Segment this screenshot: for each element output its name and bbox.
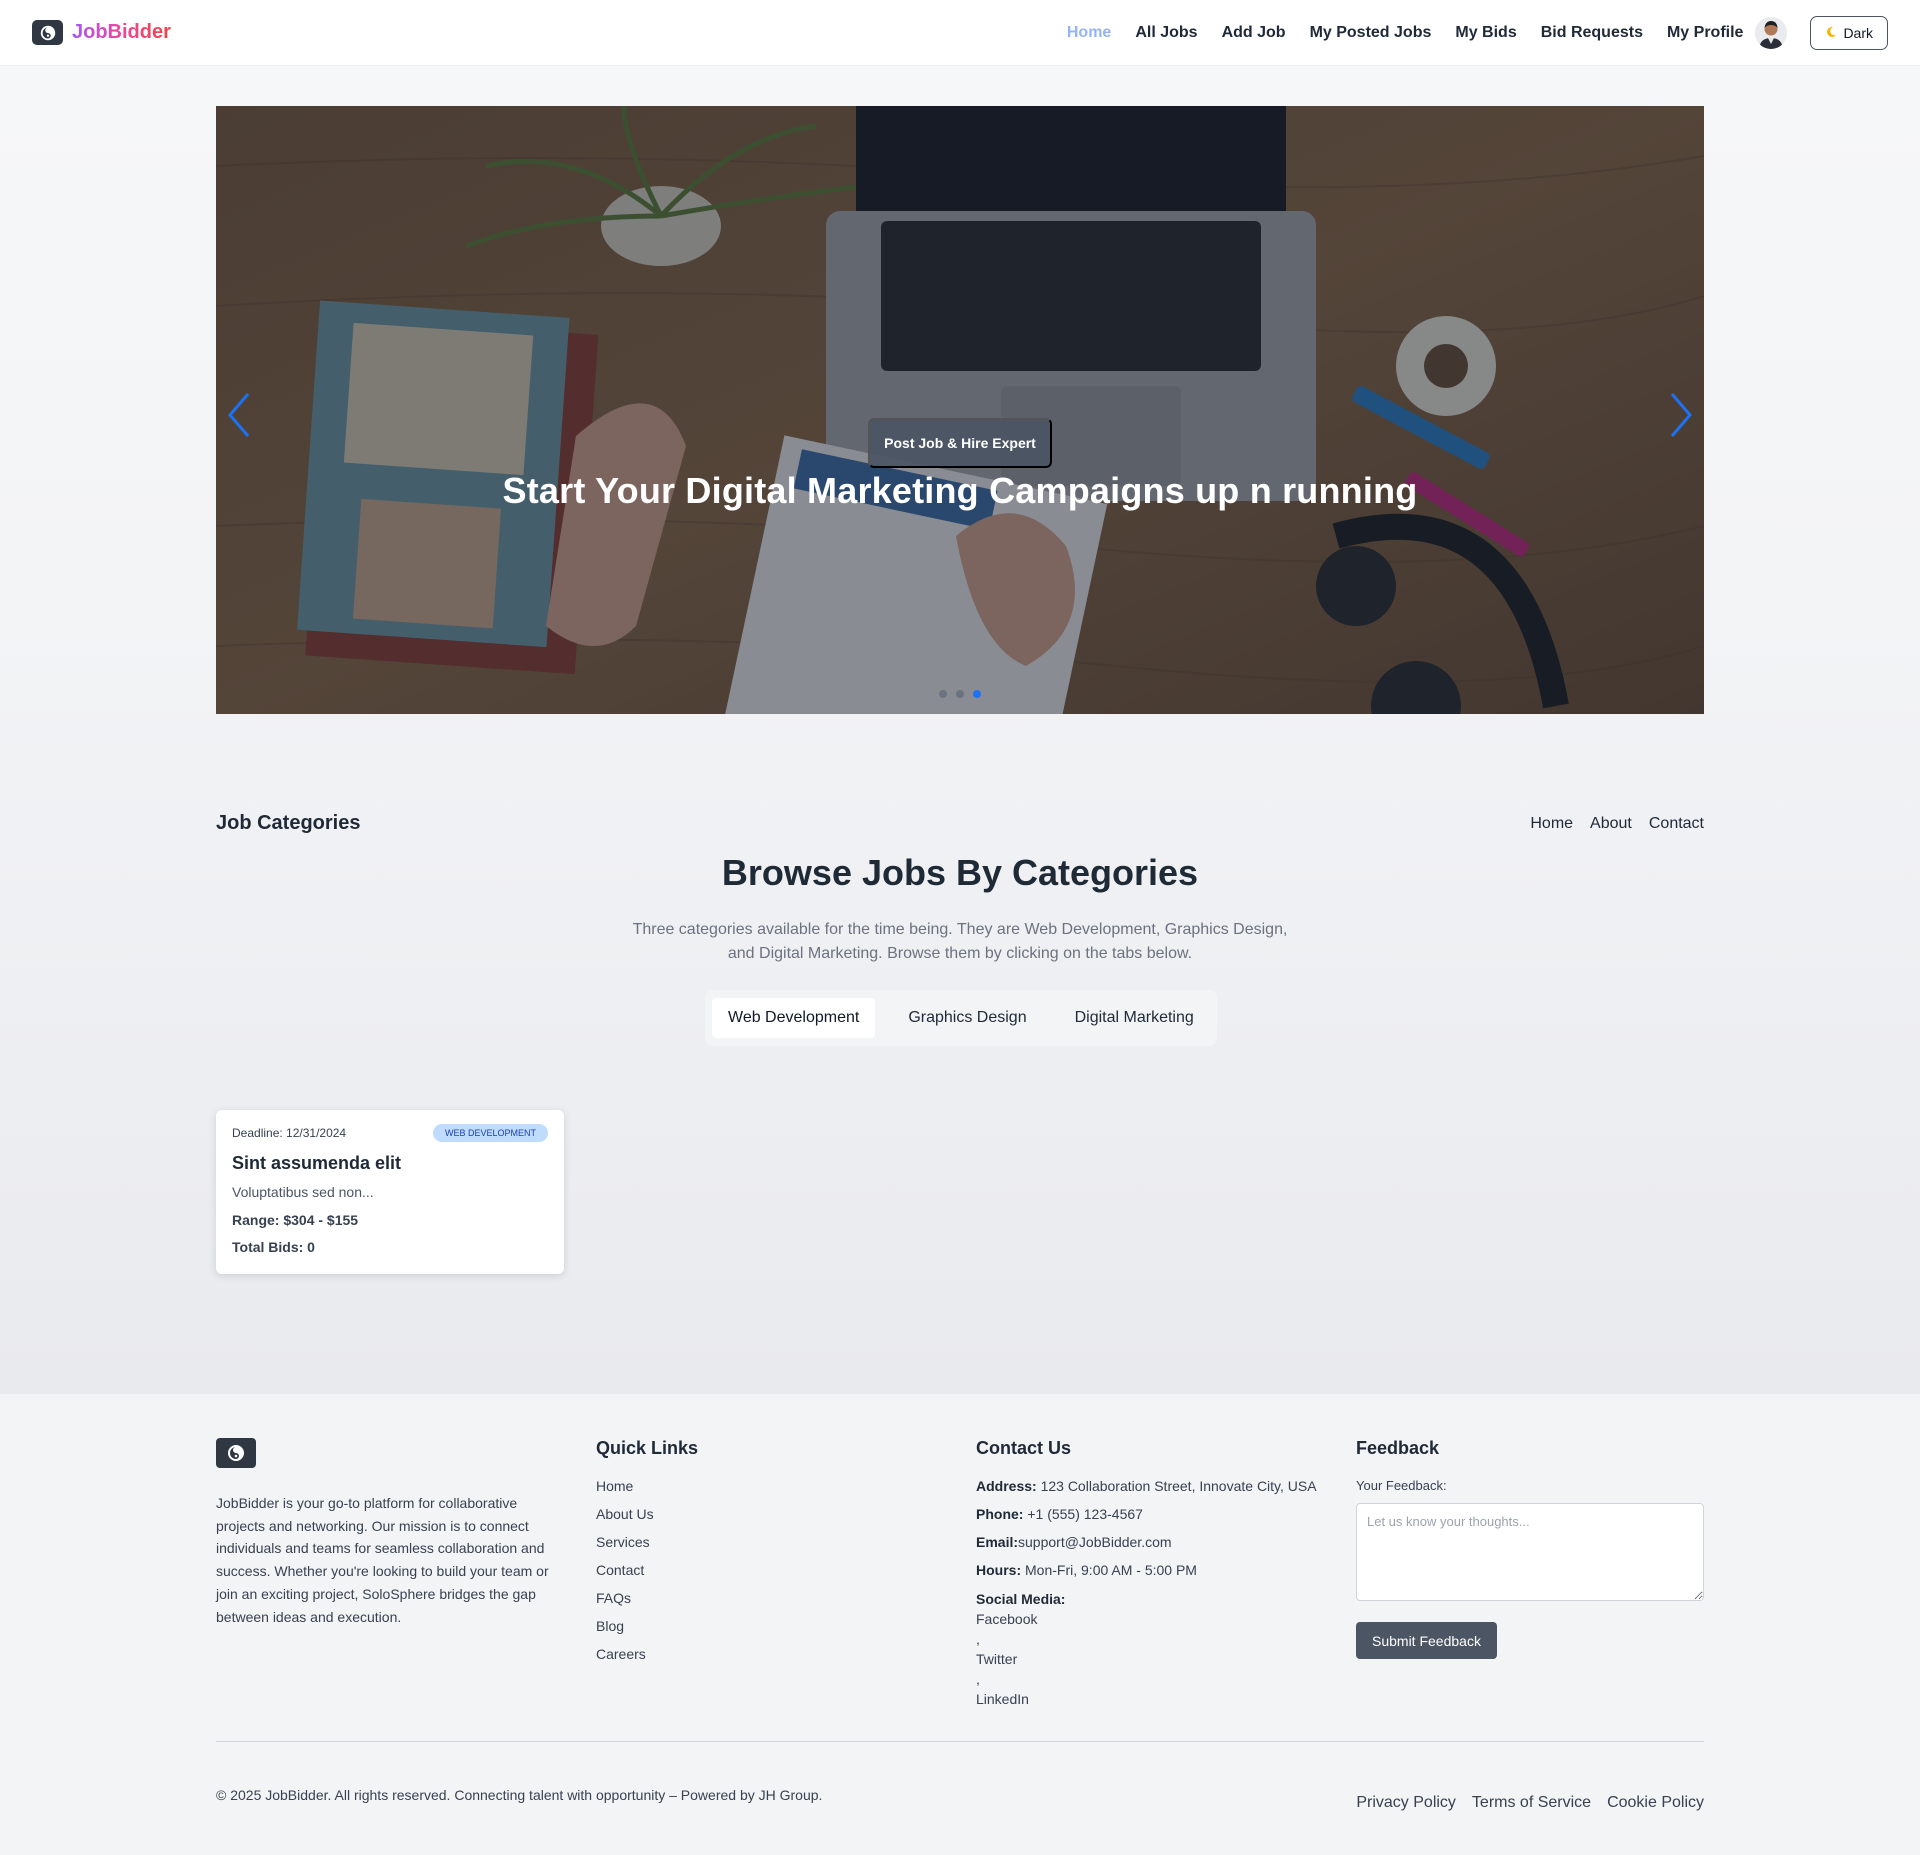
contact-social: Social Media: Facebook , Twitter , Linke… [976, 1589, 1317, 1709]
footer-swirl-icon[interactable] [216, 1438, 256, 1468]
footer-about-column: JobBidder is your go-to platform for col… [216, 1438, 554, 1628]
footer-link-faqs[interactable]: FAQs [596, 1589, 698, 1617]
contact-phone: Phone: +1 (555) 123-4567 [976, 1505, 1317, 1533]
social-twitter[interactable]: Twitter [976, 1649, 1317, 1669]
avatar[interactable] [1755, 16, 1788, 49]
tab-graphics-design[interactable]: Graphics Design [892, 998, 1042, 1038]
social-separator: , [976, 1631, 980, 1647]
job-price-range: Range: $304 - $155 [232, 1212, 359, 1228]
job-total-bids: Total Bids: 0 [232, 1239, 315, 1255]
footer: JobBidder is your go-to platform for col… [0, 1394, 1920, 1855]
browse-title: Browse Jobs By Categories [721, 852, 1199, 893]
address-label: Address: [976, 1478, 1037, 1494]
footer-link-blog[interactable]: Blog [596, 1617, 698, 1645]
categories-header-title: Job Categories [216, 812, 361, 834]
feedback-heading: Feedback [1356, 1438, 1440, 1458]
categories-link-contact[interactable]: Contact [1649, 815, 1704, 833]
submit-feedback-button[interactable]: Submit Feedback [1356, 1622, 1497, 1659]
carousel-next-arrow[interactable] [1664, 388, 1698, 442]
category-tabs: Web Development Graphics Design Digital … [705, 990, 1217, 1046]
job-card[interactable]: Deadline: 12/31/2024 WEB DEVELOPMENT Sin… [216, 1110, 564, 1274]
quick-links-heading: Quick Links [596, 1438, 699, 1458]
post-job-button[interactable]: Post Job & Hire Expert [868, 418, 1052, 468]
job-description: Voluptatibus sed non... [232, 1184, 374, 1200]
footer-copyright: © 2025 JobBidder. All rights reserved. C… [216, 1787, 823, 1803]
categories-header: Job Categories Home About Contact [216, 812, 1704, 835]
hero-carousel: Post Job & Hire Expert Start Your Digita… [216, 106, 1704, 714]
footer-link-contact[interactable]: Contact [596, 1561, 698, 1589]
categories-link-about[interactable]: About [1590, 815, 1632, 833]
cookie-policy-link[interactable]: Cookie Policy [1607, 1794, 1704, 1812]
main-nav: Home All Jobs Add Job My Posted Jobs My … [1067, 24, 1744, 42]
privacy-policy-link[interactable]: Privacy Policy [1356, 1794, 1456, 1812]
nav-my-posted-jobs[interactable]: My Posted Jobs [1310, 24, 1432, 42]
navbar: JobBidder Home All Jobs Add Job My Poste… [0, 0, 1920, 66]
categories-header-links: Home About Contact [1530, 815, 1704, 833]
categories-link-home[interactable]: Home [1530, 815, 1573, 833]
footer-legal-links: Privacy Policy Terms of Service Cookie P… [1356, 1794, 1704, 1812]
nav-home[interactable]: Home [1067, 24, 1111, 42]
theme-toggle-label: Dark [1843, 24, 1873, 41]
brand[interactable]: JobBidder [32, 20, 171, 45]
carousel-indicators [939, 690, 981, 698]
footer-link-about-us[interactable]: About Us [596, 1505, 698, 1533]
social-separator: , [976, 1671, 980, 1687]
carousel-prev-arrow[interactable] [222, 388, 256, 442]
footer-link-careers[interactable]: Careers [596, 1645, 698, 1673]
footer-contact: Contact Us Address: 123 Collaboration St… [976, 1438, 1317, 1709]
contact-heading: Contact Us [976, 1438, 1072, 1458]
carousel-dot-1[interactable] [939, 690, 947, 698]
footer-feedback: Feedback Your Feedback: Submit Feedback [1356, 1438, 1704, 1659]
social-linkedin[interactable]: LinkedIn [976, 1689, 1317, 1709]
nav-add-job[interactable]: Add Job [1222, 24, 1286, 42]
email-value[interactable]: support@JobBidder.com [1018, 1534, 1172, 1550]
carousel-dot-2[interactable] [956, 690, 964, 698]
carousel-dot-3[interactable] [973, 690, 981, 698]
brand-name: JobBidder [72, 21, 171, 43]
social-facebook[interactable]: Facebook [976, 1609, 1317, 1629]
footer-quick-links: Quick Links Home About Us Services Conta… [596, 1438, 698, 1673]
address-value: 123 Collaboration Street, Innovate City,… [1036, 1478, 1317, 1494]
feedback-label: Your Feedback: [1356, 1478, 1447, 1493]
swirl-icon [32, 20, 63, 45]
theme-toggle-button[interactable]: Dark [1810, 15, 1888, 50]
contact-address: Address: 123 Collaboration Street, Innov… [976, 1477, 1317, 1505]
footer-about-text: JobBidder is your go-to platform for col… [216, 1495, 549, 1625]
nav-bid-requests[interactable]: Bid Requests [1541, 24, 1643, 42]
nav-all-jobs[interactable]: All Jobs [1135, 24, 1197, 42]
email-label: Email: [976, 1534, 1019, 1550]
nav-my-bids[interactable]: My Bids [1455, 24, 1516, 42]
job-category-badge: WEB DEVELOPMENT [432, 1124, 548, 1142]
nav-my-profile[interactable]: My Profile [1667, 24, 1743, 42]
contact-hours: Hours: Mon-Fri, 9:00 AM - 5:00 PM [976, 1561, 1317, 1589]
feedback-textarea[interactable] [1356, 1503, 1704, 1601]
moon-icon [1825, 25, 1837, 41]
hours-label: Hours: [976, 1562, 1022, 1578]
footer-divider [216, 1741, 1704, 1742]
phone-label: Phone: [976, 1506, 1024, 1522]
hero-overlay [216, 106, 1704, 714]
social-label: Social Media: [976, 1591, 1066, 1607]
tab-digital-marketing[interactable]: Digital Marketing [1059, 998, 1210, 1038]
contact-email: Email:support@JobBidder.com [976, 1533, 1317, 1561]
job-title[interactable]: Sint assumenda elit [232, 1153, 548, 1174]
terms-of-service-link[interactable]: Terms of Service [1472, 1794, 1591, 1812]
footer-link-home[interactable]: Home [596, 1477, 698, 1505]
footer-link-services[interactable]: Services [596, 1533, 698, 1561]
hero-title: Start Your Digital Marketing Campaigns u… [502, 470, 1418, 511]
phone-value: +1 (555) 123-4567 [1023, 1506, 1143, 1522]
browse-description: Three categories available for the time … [632, 921, 1288, 962]
tab-web-development[interactable]: Web Development [712, 998, 876, 1038]
job-deadline: Deadline: 12/31/2024 [232, 1126, 347, 1140]
hours-value: Mon-Fri, 9:00 AM - 5:00 PM [1021, 1562, 1197, 1578]
